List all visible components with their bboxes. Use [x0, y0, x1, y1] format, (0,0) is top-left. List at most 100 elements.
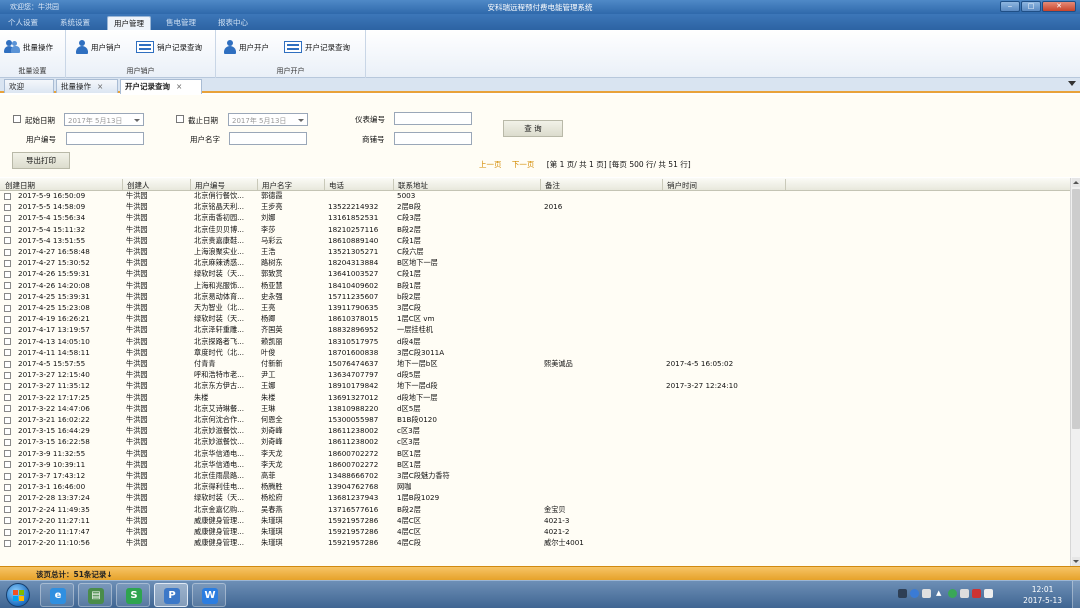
minimize-button[interactable]: ‒ — [1000, 1, 1020, 12]
end-date-checkbox[interactable] — [176, 115, 184, 123]
meter-no-input[interactable] — [394, 112, 472, 125]
user-no-input[interactable] — [66, 132, 144, 145]
table-row[interactable]: 2017-4-11 14:58:11 牛洪园 章度时代（北... 叶俊 18701600… — [0, 348, 1070, 357]
table-row[interactable]: 2017-3-1 16:46:00 牛洪园 北京得利佳电... 杨腾胜 13904762… — [0, 482, 1070, 491]
table-row[interactable]: 2017-3-15 16:22:58 牛洪园 北京妙滋餐饮... 刘奇峰 1861123… — [0, 437, 1070, 446]
row-checkbox[interactable] — [4, 494, 11, 502]
tab-open-record-query[interactable]: 开户记录查询 × — [120, 79, 202, 94]
table-row[interactable]: 2017-2-20 11:10:56 牛洪园 威康健身管理... 朱瑾琪 1592195… — [0, 538, 1070, 547]
row-checkbox[interactable] — [4, 394, 11, 402]
row-checkbox[interactable] — [4, 382, 11, 390]
row-checkbox[interactable] — [4, 416, 11, 424]
row-checkbox[interactable] — [4, 405, 11, 413]
query-button[interactable]: 查 询 — [503, 120, 563, 137]
table-row[interactable]: 2017-4-19 16:26:21 牛洪园 绿软时装（天... 杨卿 18610378… — [0, 314, 1070, 323]
network-icon[interactable] — [960, 589, 969, 598]
column-header-remark[interactable]: 备注 — [545, 180, 560, 191]
table-row[interactable]: 2017-5-4 15:11:32 牛洪园 北京佳贝贝博... 李莎 182102571… — [0, 225, 1070, 234]
user-name-input[interactable] — [229, 132, 307, 145]
user-cancel-button[interactable]: 用户销户 — [76, 38, 121, 56]
vertical-scrollbar[interactable] — [1070, 178, 1080, 566]
row-checkbox[interactable] — [4, 326, 11, 334]
column-header-cancel-time[interactable]: 销户时间 — [667, 180, 697, 191]
row-checkbox[interactable] — [4, 293, 11, 301]
settings-icon[interactable] — [922, 589, 931, 598]
shield-icon[interactable] — [948, 589, 957, 598]
close-icon[interactable]: × — [176, 82, 182, 91]
chevron-down-icon[interactable] — [1068, 81, 1076, 86]
start-date-picker[interactable]: 2017年 5月13日 — [64, 113, 144, 126]
row-checkbox[interactable] — [4, 450, 11, 458]
chevron-up-icon[interactable]: ▲ — [936, 589, 945, 598]
column-header-user-no[interactable]: 用户编号 — [195, 180, 225, 191]
flag-icon[interactable] — [972, 589, 981, 598]
scroll-down-button[interactable] — [1072, 557, 1080, 566]
row-checkbox[interactable] — [4, 226, 11, 234]
row-checkbox[interactable] — [4, 203, 11, 211]
column-header-address[interactable]: 联系地址 — [398, 180, 428, 191]
table-row[interactable]: 2017-3-27 11:35:12 牛洪园 北京东方伊古... 王娜 18910179… — [0, 381, 1070, 390]
row-checkbox[interactable] — [4, 360, 11, 368]
row-checkbox[interactable] — [4, 438, 11, 446]
menu-tab-users[interactable]: 用户管理 — [107, 16, 151, 30]
row-checkbox[interactable] — [4, 192, 11, 200]
table-row[interactable]: 2017-5-9 16:50:09 牛洪园 北京俏行餐饮... 郭德霞 5003 — [0, 191, 1070, 200]
export-print-button[interactable]: 导出打印 — [12, 152, 70, 169]
tab-batch-operation[interactable]: 批量操作 × — [56, 79, 118, 93]
row-checkbox[interactable] — [4, 282, 11, 290]
taskbar-app-button[interactable]: e — [40, 583, 74, 607]
table-row[interactable]: 2017-3-22 17:17:25 牛洪园 朱楼 朱楼 13691327012 d段地下… — [0, 393, 1070, 402]
scroll-thumb[interactable] — [1072, 189, 1080, 429]
table-row[interactable]: 2017-3-7 17:43:12 牛洪园 北京佳雨晨路... 高菲 134886667… — [0, 471, 1070, 480]
table-row[interactable]: 2017-4-25 15:23:08 牛洪园 天为智业（北... 王亮 13911790… — [0, 303, 1070, 312]
table-row[interactable]: 2017-3-15 16:44:29 牛洪园 北京妙滋餐饮... 刘奇峰 1861123… — [0, 426, 1070, 435]
prev-page-link[interactable]: 上一页 — [479, 160, 502, 169]
menu-tab-system[interactable]: 系统设置 — [54, 16, 96, 30]
column-header-create-date[interactable]: 创建日期 — [5, 180, 35, 191]
taskbar-app-button[interactable]: W — [192, 583, 226, 607]
table-row[interactable]: 2017-5-5 14:58:09 牛洪园 北京铭晶天利... 王步亮 13522214… — [0, 202, 1070, 211]
row-checkbox[interactable] — [4, 259, 11, 267]
user-open-button[interactable]: 用户开户 — [224, 38, 269, 56]
column-header-user-name[interactable]: 用户名字 — [262, 180, 292, 191]
end-date-picker[interactable]: 2017年 5月13日 — [228, 113, 308, 126]
row-checkbox[interactable] — [4, 461, 11, 469]
row-checkbox[interactable] — [4, 214, 11, 222]
table-row[interactable]: 2017-4-27 15:30:52 牛洪园 北京麻辣诱惑... 路树东 1820431… — [0, 258, 1070, 267]
row-checkbox[interactable] — [4, 248, 11, 256]
table-row[interactable]: 2017-2-28 13:37:24 牛洪园 绿软时装（天... 杨松府 1368123… — [0, 493, 1070, 502]
scroll-up-button[interactable] — [1072, 178, 1080, 187]
row-checkbox[interactable] — [4, 349, 11, 357]
table-row[interactable]: 2017-3-27 12:15:40 牛洪园 呼和浩特市老... 尹工 13634707… — [0, 370, 1070, 379]
open-record-query-button[interactable]: 开户记录查询 — [284, 38, 350, 56]
volume-icon[interactable] — [984, 589, 993, 598]
table-row[interactable]: 2017-4-13 14:05:10 牛洪园 北京探路者飞... 赖凯丽 1831051… — [0, 337, 1070, 346]
batch-operation-button[interactable]: 批量操作 — [4, 38, 53, 56]
shop-no-input[interactable] — [394, 132, 472, 145]
table-row[interactable]: 2017-4-25 15:39:31 牛洪园 北京易动体育... 史永强 1571123… — [0, 292, 1070, 301]
close-button[interactable]: ✕ — [1042, 1, 1076, 12]
taskbar-app-button[interactable]: ▤ — [78, 583, 112, 607]
table-row[interactable]: 2017-4-27 16:58:48 牛洪园 上海浪聚实业... 王浩 13521305… — [0, 247, 1070, 256]
table-row[interactable]: 2017-2-24 11:49:35 牛洪园 北京金嘉亿购... 吴春燕 1371657… — [0, 505, 1070, 514]
table-row[interactable]: 2017-4-26 15:59:31 牛洪园 绿软时装（天... 郭致赏 1364100… — [0, 269, 1070, 278]
table-row[interactable]: 2017-3-21 16:02:22 牛洪园 北京何沈合作... 何恩全 1530005… — [0, 415, 1070, 424]
row-checkbox[interactable] — [4, 304, 11, 312]
row-checkbox[interactable] — [4, 472, 11, 480]
row-checkbox[interactable] — [4, 506, 11, 514]
tab-welcome[interactable]: 欢迎 — [4, 79, 54, 93]
taskbar-app-button[interactable]: P — [154, 583, 188, 607]
clock[interactable]: 12:01 2017-5-13 — [1023, 584, 1062, 606]
taskbar-app-button[interactable]: S — [116, 583, 150, 607]
show-desktop-button[interactable] — [1072, 581, 1080, 608]
column-header-creator[interactable]: 创建人 — [127, 180, 150, 191]
table-row[interactable]: 2017-3-9 11:32:55 牛洪园 北京华信通电... 李天龙 18600702… — [0, 449, 1070, 458]
table-row[interactable]: 2017-5-4 15:56:34 牛洪园 北京南香初园... 刘娜 131618525… — [0, 213, 1070, 222]
table-row[interactable]: 2017-4-17 13:19:57 牛洪园 北京泽轩重雕... 齐国英 1883289… — [0, 325, 1070, 334]
row-checkbox[interactable] — [4, 315, 11, 323]
start-button[interactable] — [6, 583, 30, 607]
table-row[interactable]: 2017-4-26 14:20:08 牛洪园 上海和兆服饰... 杨亚慧 1841040… — [0, 281, 1070, 290]
row-checkbox[interactable] — [4, 539, 11, 547]
column-header-phone[interactable]: 电话 — [329, 180, 344, 191]
table-row[interactable]: 2017-2-20 11:17:47 牛洪园 威康健身管理... 朱瑾琪 1592195… — [0, 527, 1070, 536]
